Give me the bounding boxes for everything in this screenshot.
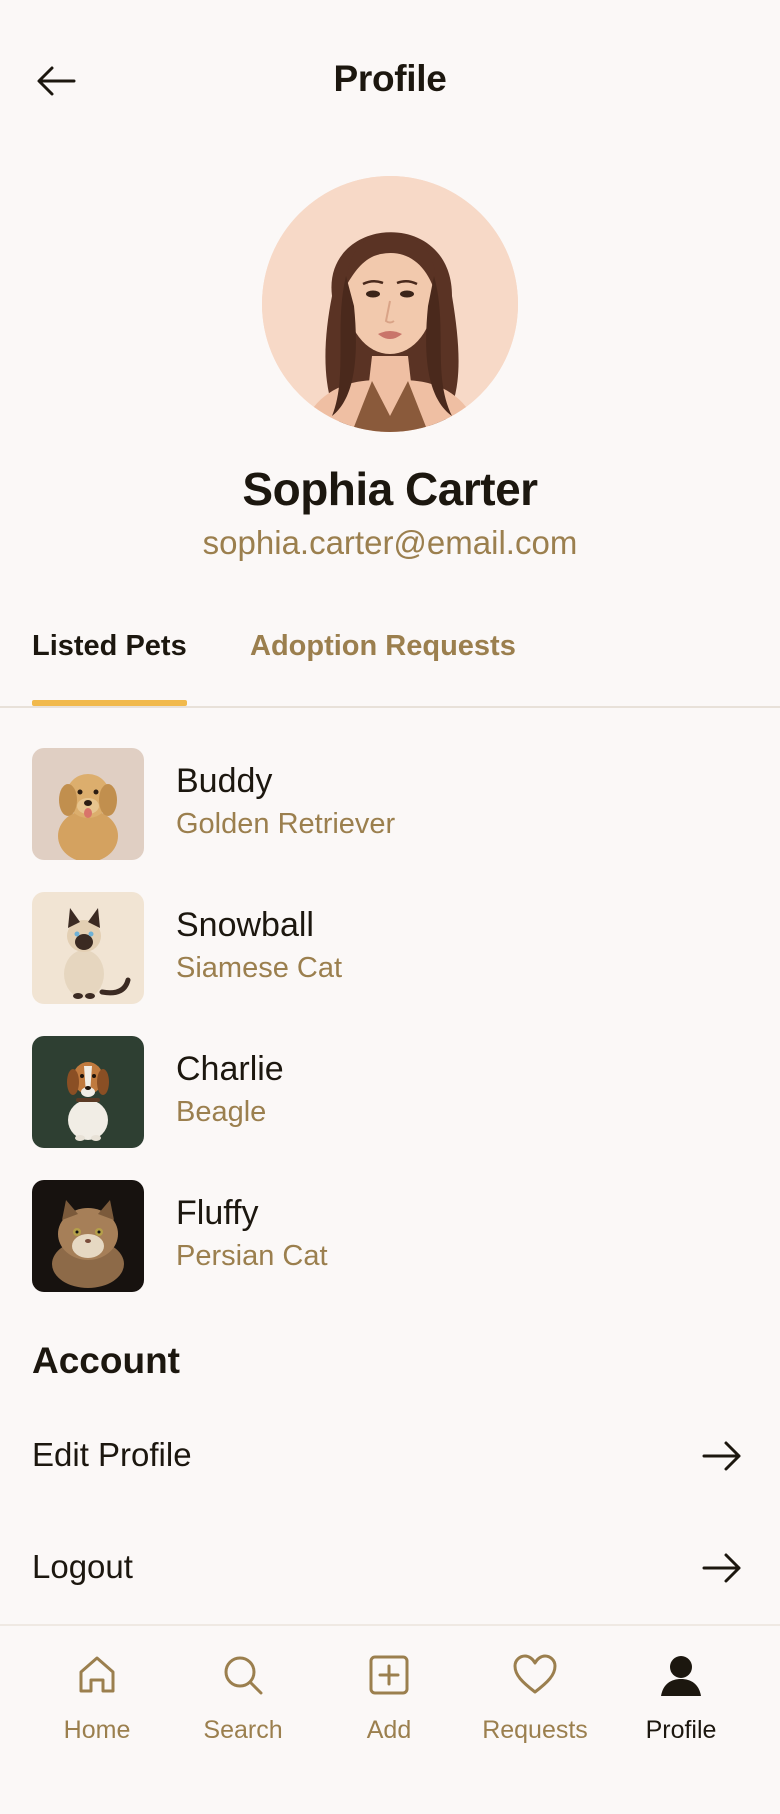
nav-label: Search [203,1716,283,1744]
arrow-right-icon [702,1441,741,1471]
home-icon [79,1656,115,1693]
edit-profile-button[interactable]: Edit Profile [32,1416,748,1496]
tab-label: Adoption Requests [250,630,516,662]
pet-name: Snowball [176,906,314,944]
tab-listed-pets[interactable]: Listed Pets [32,630,187,706]
bottom-nav: Home Search Add Requests Profile [0,1624,780,1814]
logout-label: Logout [32,1548,133,1585]
avatar [262,176,518,432]
arrow-right-icon [702,1553,741,1583]
add-icon [369,1655,409,1695]
user-name: Sophia Carter [242,463,538,515]
nav-label: Profile [645,1716,717,1744]
account-section-title: Account [32,1340,180,1381]
nav-profile[interactable]: Profile [608,1652,754,1772]
logout-button[interactable]: Logout [32,1528,748,1608]
nav-label: Add [366,1716,412,1744]
tab-adoption-requests[interactable]: Adoption Requests [250,630,516,706]
pet-name: Charlie [176,1050,284,1088]
pet-breed: Siamese Cat [176,952,343,984]
search-icon [224,1656,263,1695]
heart-icon [513,1654,557,1694]
header: Profile [0,0,780,160]
profile-icon [661,1656,701,1696]
page-title: Profile [333,58,447,99]
nav-label: Home [63,1716,131,1744]
pet-item-charlie[interactable]: Charlie Beagle [32,1036,748,1148]
tab-label: Listed Pets [32,630,187,662]
nav-home[interactable]: Home [24,1652,170,1772]
pet-photo [32,748,144,860]
nav-search[interactable]: Search [170,1652,316,1772]
pet-name: Buddy [176,762,273,800]
pet-photo [32,892,144,1004]
edit-profile-label: Edit Profile [32,1436,192,1473]
tab-bar: Listed Pets Adoption Requests [0,620,780,708]
nav-add[interactable]: Add [316,1652,462,1772]
pet-item-snowball[interactable]: Snowball Siamese Cat [32,892,748,1004]
pet-name: Fluffy [176,1194,259,1232]
tab-active-indicator [32,700,187,706]
nav-label: Requests [482,1716,588,1744]
pet-breed: Persian Cat [176,1240,328,1272]
pet-photo [32,1036,144,1148]
user-email: sophia.carter@email.com [202,524,578,561]
pet-item-fluffy[interactable]: Fluffy Persian Cat [32,1180,748,1292]
pet-breed: Beagle [176,1096,267,1128]
pet-item-buddy[interactable]: Buddy Golden Retriever [32,748,748,860]
pet-photo [32,1180,144,1292]
pet-breed: Golden Retriever [176,808,396,840]
nav-requests[interactable]: Requests [462,1652,608,1772]
